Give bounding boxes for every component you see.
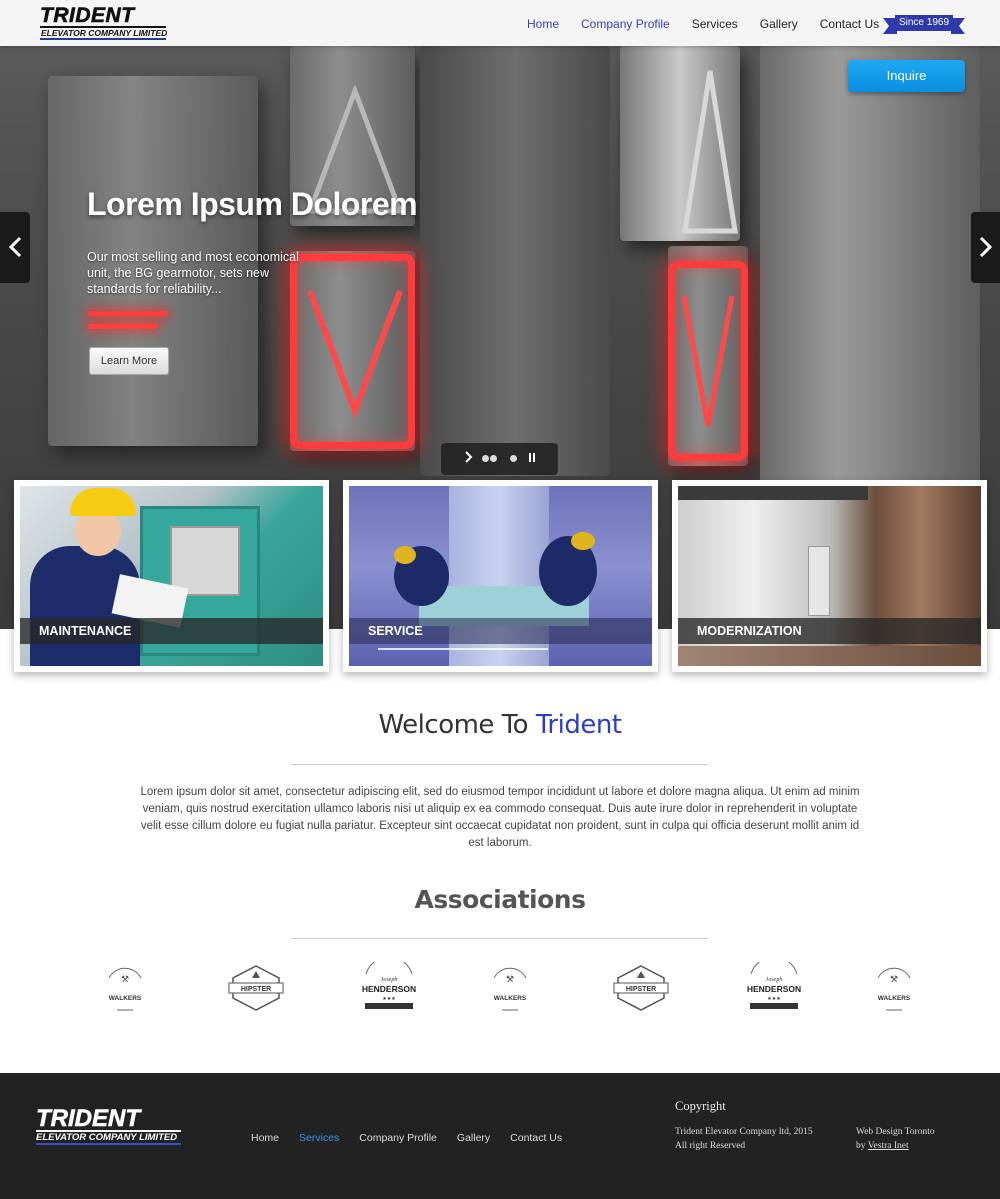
- footer-nav-services[interactable]: Services: [299, 1132, 339, 1144]
- up-arrow-icon: [682, 70, 738, 234]
- svg-text:⚒: ⚒: [890, 975, 898, 985]
- footer-nav-contact-us[interactable]: Contact Us: [510, 1132, 562, 1144]
- since-label: Since 1969: [895, 15, 953, 31]
- association-logo-henderson[interactable]: Joseph HENDERSON ★★★: [743, 956, 805, 1019]
- down-arrow-icon: [681, 295, 735, 427]
- copyright-title: Copyright: [675, 1099, 726, 1113]
- inquire-button[interactable]: Inquire: [848, 60, 965, 92]
- chevron-left-icon: [8, 236, 22, 258]
- caption-underline: [378, 648, 548, 650]
- nav-company-profile[interactable]: Company Profile: [581, 17, 670, 31]
- site-header: TRIDENT ELEVATOR COMPANY LIMITED Home Co…: [0, 0, 1000, 46]
- henderson-logo-icon: Joseph HENDERSON ★★★: [747, 956, 801, 1009]
- slider-play-icon[interactable]: [465, 451, 473, 466]
- credit-line: by Vestra Inet: [856, 1141, 909, 1151]
- association-logo-walkers[interactable]: ⚒ WALKERS: [488, 962, 532, 1019]
- service-caption: SERVICE: [349, 618, 652, 644]
- hipster-logo-icon: HIPSTER: [613, 965, 669, 1011]
- chevron-right-icon: [979, 236, 993, 258]
- welcome-body: Lorem ipsum dolor sit amet, consectetur …: [140, 786, 860, 849]
- svg-text:Joseph: Joseph: [381, 977, 398, 983]
- welcome-prefix: Welcome To: [378, 710, 536, 740]
- footer-nav-company-profile[interactable]: Company Profile: [359, 1132, 437, 1144]
- svg-text:HIPSTER: HIPSTER: [626, 986, 656, 993]
- walkers-logo-icon: ⚒ WALKERS: [493, 967, 527, 1011]
- footer-nav-home[interactable]: Home: [251, 1132, 279, 1144]
- divider: [291, 938, 708, 939]
- copyright-text: Trident Elevator Company ltd, 2015 All r…: [675, 1125, 813, 1153]
- svg-text:★★★: ★★★: [382, 996, 396, 1002]
- nav-home[interactable]: Home: [527, 17, 559, 31]
- service-caption: MAINTENANCE: [20, 618, 323, 644]
- hero-wall: [420, 46, 610, 476]
- service-card-modernization[interactable]: MODERNIZATION: [672, 480, 987, 672]
- main-nav: Home Company Profile Services Gallery Co…: [527, 17, 901, 31]
- slider-controls: [441, 443, 558, 475]
- svg-text:HIPSTER: HIPSTER: [241, 986, 271, 993]
- associations-heading: Associations: [414, 885, 586, 914]
- slider-dot[interactable]: [490, 455, 497, 462]
- service-card-service[interactable]: SERVICE: [343, 480, 658, 672]
- hero-description: Our most selling and most economical uni…: [87, 250, 299, 296]
- nav-services[interactable]: Services: [692, 17, 738, 31]
- svg-text:⚒: ⚒: [506, 975, 514, 985]
- nav-contact-us[interactable]: Contact Us: [820, 17, 879, 31]
- association-logo-hipster[interactable]: HIPSTER: [227, 962, 285, 1019]
- copyright-line: All right Reserved: [675, 1141, 746, 1151]
- svg-text:★★★: ★★★: [767, 996, 781, 1002]
- service-card-maintenance[interactable]: MAINTENANCE: [14, 480, 329, 672]
- web-design-credit: Web Design Toronto by Vestra Inet: [856, 1125, 935, 1153]
- credit-line: Web Design Toronto: [856, 1127, 935, 1137]
- copyright-line: Trident Elevator Company ltd, 2015: [675, 1127, 813, 1137]
- association-logo-henderson[interactable]: Joseph HENDERSON ★★★: [358, 956, 420, 1019]
- logo-subtitle: ELEVATOR COMPANY LIMITED: [40, 26, 168, 40]
- modernization-image: MODERNIZATION: [678, 486, 981, 666]
- welcome-heading: Welcome To Trident: [0, 710, 1000, 740]
- hero-title: Lorem Ipsum Dolorem: [87, 186, 418, 222]
- logo[interactable]: TRIDENT ELEVATOR COMPANY LIMITED: [40, 4, 168, 40]
- henderson-logo-icon: Joseph HENDERSON ★★★: [362, 956, 416, 1009]
- hipster-logo-icon: HIPSTER: [228, 965, 284, 1011]
- svg-text:⚒: ⚒: [121, 975, 129, 985]
- maintenance-image: MAINTENANCE: [20, 486, 323, 666]
- slider-prev-button[interactable]: [0, 212, 30, 283]
- footer-logo[interactable]: TRIDENT ELEVATOR COMPANY LIMITED: [36, 1105, 181, 1145]
- logo-name: TRIDENT: [40, 4, 135, 27]
- slider-dot[interactable]: [482, 455, 489, 462]
- welcome-accent: Trident: [535, 710, 622, 740]
- slider-dot[interactable]: [510, 455, 517, 462]
- slider-pause-icon[interactable]: [528, 451, 536, 466]
- svg-text:WALKERS: WALKERS: [109, 995, 142, 1002]
- svg-text:HENDERSON: HENDERSON: [362, 984, 416, 994]
- association-logo-walkers[interactable]: ⚒ WALKERS: [872, 962, 916, 1019]
- service-caption: MODERNIZATION: [678, 618, 981, 644]
- footer-logo-name: TRIDENT: [36, 1105, 141, 1132]
- slider-next-button[interactable]: [971, 212, 1000, 283]
- svg-text:WALKERS: WALKERS: [878, 995, 911, 1002]
- down-arrow-icon: [307, 289, 403, 420]
- divider: [291, 764, 708, 765]
- walkers-logo-icon: ⚒ WALKERS: [108, 967, 142, 1011]
- since-ribbon: Since 1969: [883, 15, 965, 34]
- vestra-inet-link[interactable]: Vestra Inet: [868, 1141, 909, 1151]
- walkers-logo-icon: ⚒ WALKERS: [877, 967, 911, 1011]
- svg-text:Joseph: Joseph: [766, 977, 783, 983]
- association-logo-hipster[interactable]: HIPSTER: [612, 962, 670, 1019]
- svg-text:HENDERSON: HENDERSON: [747, 984, 801, 994]
- learn-more-button[interactable]: Learn More: [89, 347, 169, 375]
- nav-gallery[interactable]: Gallery: [760, 17, 798, 31]
- footer-nav: Home Services Company Profile Gallery Co…: [251, 1132, 582, 1144]
- service-image: SERVICE: [349, 486, 652, 666]
- footer-nav-gallery[interactable]: Gallery: [457, 1132, 490, 1144]
- footer-logo-subtitle: ELEVATOR COMPANY LIMITED: [36, 1130, 181, 1145]
- svg-text:WALKERS: WALKERS: [494, 995, 527, 1002]
- association-logo-walkers[interactable]: ⚒ WALKERS: [103, 962, 147, 1019]
